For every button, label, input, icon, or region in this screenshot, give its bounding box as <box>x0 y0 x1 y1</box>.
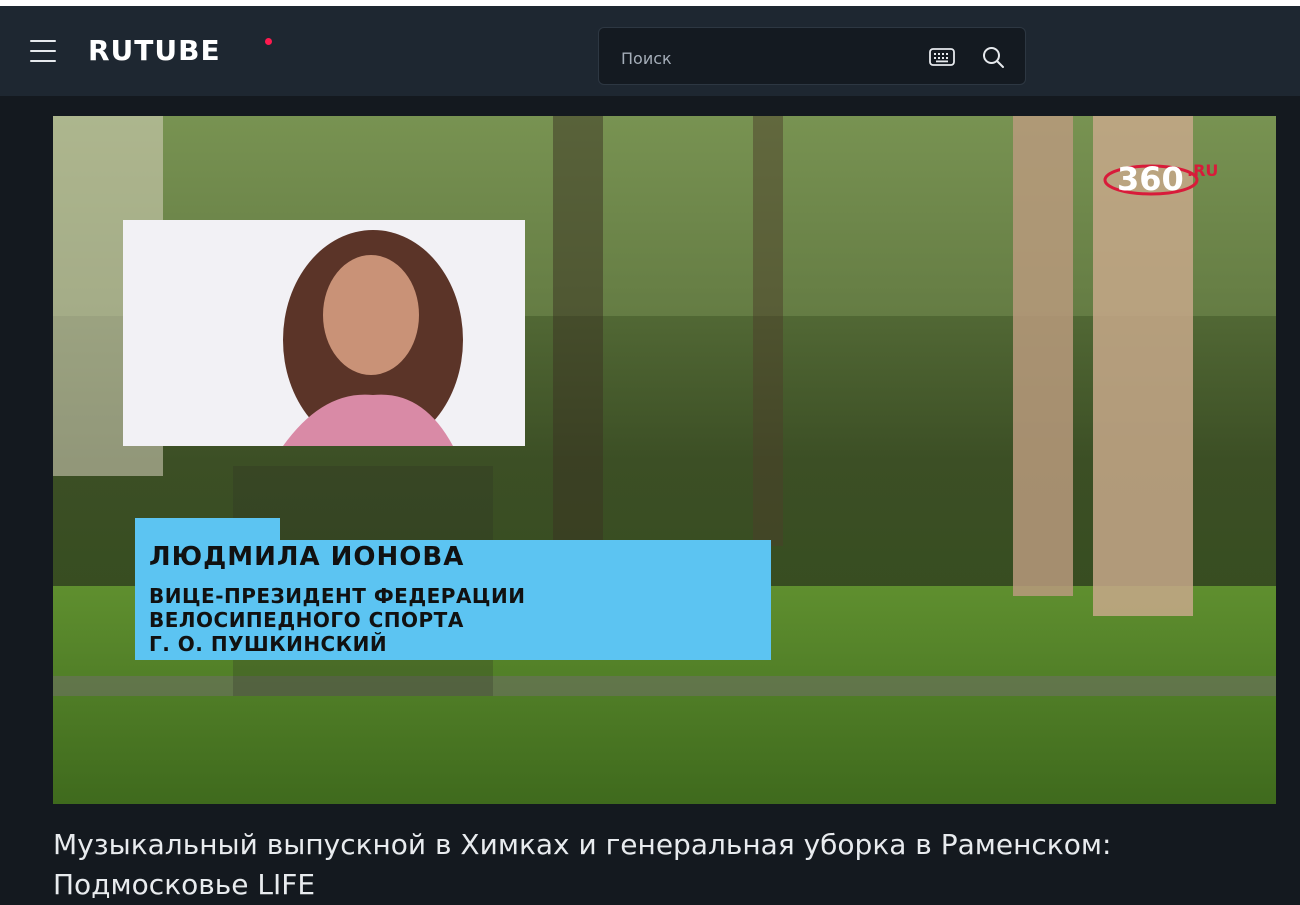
video-title: Музыкальный выпускной в Химках и генерал… <box>53 828 1112 901</box>
svg-text:.RU: .RU <box>1187 161 1218 180</box>
speaker-image <box>123 220 525 446</box>
caption-tab <box>135 518 280 542</box>
channel-logo: 360 .RU <box>1103 156 1233 200</box>
speaker-title-line-2: ВЕЛОСИПЕДНОГО СПОРТА <box>149 608 464 632</box>
rutube-logo[interactable]: RUTUBE <box>88 34 221 68</box>
hamburger-menu-icon[interactable] <box>30 40 56 62</box>
speaker-name: ЛЮДМИЛА ИОНОВА <box>149 542 465 572</box>
svg-text:360: 360 <box>1117 160 1184 198</box>
search-box <box>598 27 1026 85</box>
lower-third-caption: ЛЮДМИЛА ИОНОВА ВИЦЕ-ПРЕЗИДЕНТ ФЕДЕРАЦИИ … <box>135 540 771 660</box>
interview-inset <box>123 220 525 446</box>
keyboard-icon[interactable] <box>929 47 955 67</box>
search-input[interactable] <box>619 42 913 74</box>
search-icon[interactable] <box>981 45 1005 69</box>
video-player[interactable]: 360 .RU ЛЮДМИЛА ИОНОВА ВИЦЕ-ПРЕЗИДЕНТ ФЕ… <box>53 116 1276 804</box>
logo-dot <box>265 38 272 45</box>
speaker-title-line-3: Г. О. ПУШКИНСКИЙ <box>149 632 388 656</box>
header: RUTUBE <box>0 6 1300 96</box>
speaker-title-line-1: ВИЦЕ-ПРЕЗИДЕНТ ФЕДЕРАЦИИ <box>149 584 526 608</box>
